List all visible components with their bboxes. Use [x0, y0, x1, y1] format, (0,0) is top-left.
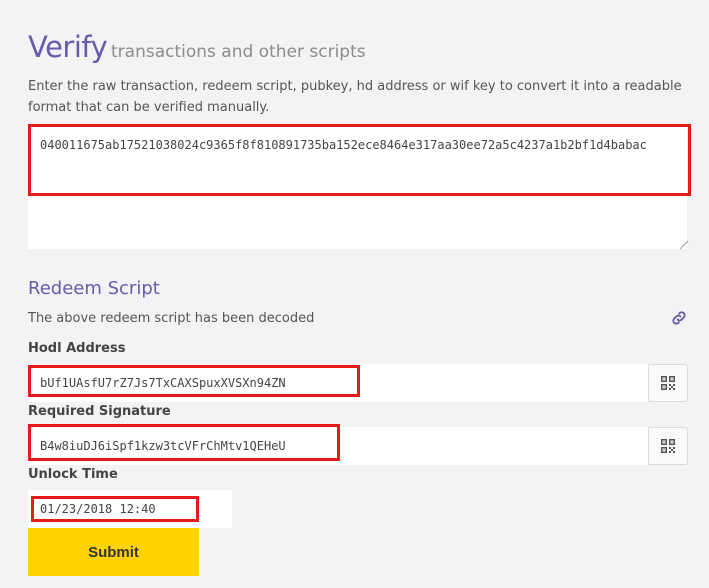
page-subtitle: transactions and other scripts: [111, 42, 366, 62]
submit-button[interactable]: Submit: [28, 528, 199, 576]
link-icon[interactable]: [670, 309, 688, 327]
redeem-script-note: The above redeem script has been decoded: [28, 311, 315, 326]
qr-code-icon: [661, 439, 675, 453]
hodl-address-field[interactable]: bUf1UAsfU7rZ7Js7TxCAXSpuxXVSXn94ZN: [28, 364, 648, 402]
page-title: Verify: [28, 30, 108, 64]
signature-qr-button[interactable]: [648, 427, 688, 465]
hodl-address-label: Hodl Address: [28, 341, 126, 356]
redeem-script-heading: Redeem Script: [28, 278, 160, 299]
script-textarea-value: 040011675ab17521038024c9365f8f810891735b…: [40, 138, 647, 152]
page-description: Enter the raw transaction, redeem script…: [28, 79, 682, 115]
required-signature-field[interactable]: B4w8iuDJ6iSpf1kzw3tcVFrChMtv1QEHeU: [28, 427, 648, 465]
hodl-qr-button[interactable]: [648, 364, 688, 402]
unlock-time-field[interactable]: 01/23/2018 12:40: [28, 490, 232, 528]
unlock-time-label: Unlock Time: [28, 467, 118, 482]
qr-code-icon: [661, 376, 675, 390]
required-signature-label: Required Signature: [28, 404, 171, 419]
